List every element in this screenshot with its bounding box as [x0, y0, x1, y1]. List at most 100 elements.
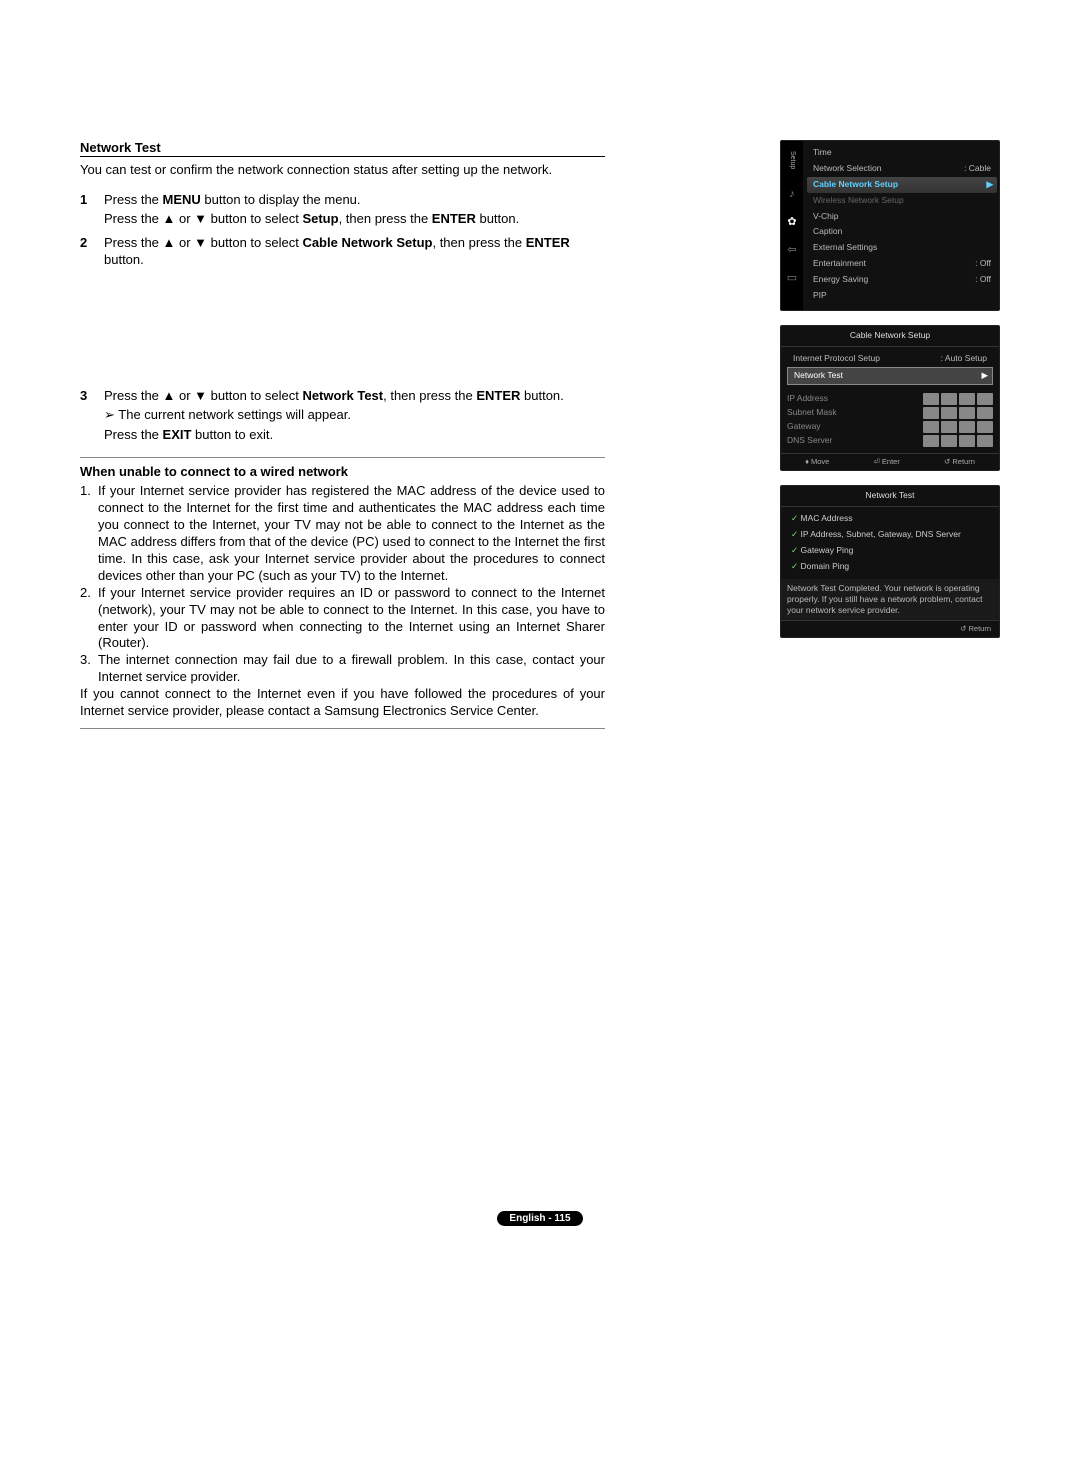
ip-octet: [923, 421, 939, 433]
menu-item[interactable]: Entertainment : Off: [807, 256, 997, 272]
step-body: Press the ▲ or ▼ button to select Networ…: [104, 387, 605, 444]
ip-octet: [923, 435, 939, 447]
protocol-value: : Auto Setup: [941, 353, 987, 365]
troubleshoot-item: 2.If your Internet service provider requ…: [80, 585, 605, 653]
chevron-right-icon: ▶: [981, 370, 988, 382]
return-hint: ↺ Return: [960, 624, 991, 635]
ip-octet: [977, 393, 993, 405]
menu-item[interactable]: Energy Saving: Off: [807, 272, 997, 288]
ip-octet: [923, 407, 939, 419]
chevron-right-icon: ▶: [986, 179, 993, 191]
ip-octet: [959, 407, 975, 419]
step-line: Press the ▲ or ▼ button to select Setup,…: [104, 210, 605, 228]
menu-item-label: External Settings: [813, 242, 877, 254]
ip-field-row: DNS Server: [787, 435, 993, 447]
ip-octet: [941, 421, 957, 433]
list-text: The internet connection may fail due to …: [98, 652, 605, 686]
enter-hint: ⏎ Enter: [874, 457, 900, 468]
menu-item-label: PIP: [813, 290, 827, 302]
test-complete-message: Network Test Completed. Your network is …: [781, 579, 999, 620]
ip-octet: [941, 393, 957, 405]
step-number: 2: [80, 234, 104, 269]
ip-field-row: Subnet Mask: [787, 407, 993, 419]
ip-field-cells: [923, 407, 993, 419]
music-icon: ♪: [785, 187, 799, 201]
instruction-step: 2Press the ▲ or ▼ button to select Cable…: [80, 234, 605, 269]
instruction-step: 3Press the ▲ or ▼ button to select Netwo…: [80, 387, 605, 444]
ip-field-label: DNS Server: [787, 435, 923, 447]
input-icon: ⇦: [785, 243, 799, 257]
menu-item[interactable]: Time: [807, 145, 997, 161]
test-check-item: IP Address, Subnet, Gateway, DNS Server: [787, 527, 993, 543]
ip-field-row: IP Address: [787, 393, 993, 405]
list-number: 1.: [80, 483, 98, 584]
ip-field-cells: [923, 435, 993, 447]
troubleshoot-after: If you cannot connect to the Internet ev…: [80, 686, 605, 720]
menu-item[interactable]: Network Selection: Cable: [807, 161, 997, 177]
step-line: The current network settings will appear…: [104, 406, 605, 424]
ip-octet: [977, 407, 993, 419]
test-check-item: MAC Address: [787, 511, 993, 527]
menu-item-label: Caption: [813, 226, 842, 238]
ip-field-label: IP Address: [787, 393, 923, 405]
protocol-label: Internet Protocol Setup: [793, 353, 880, 365]
troubleshoot-item: 3.The internet connection may fail due t…: [80, 652, 605, 686]
osd-cable-network-setup: Cable Network Setup Internet Protocol Se…: [780, 325, 1000, 471]
instruction-step: 1Press the MENU button to display the me…: [80, 191, 605, 228]
osd-category-label: Setup: [787, 147, 797, 173]
menu-item-value: : Off: [975, 258, 991, 270]
step-line: Press the EXIT button to exit.: [104, 426, 605, 444]
menu-item[interactable]: PIP: [807, 288, 997, 304]
menu-item[interactable]: External Settings: [807, 240, 997, 256]
ip-field-row: Gateway: [787, 421, 993, 433]
menu-item[interactable]: Caption: [807, 224, 997, 240]
osd-network-test: Network Test MAC AddressIP Address, Subn…: [780, 485, 1000, 638]
app-icon: ▭: [785, 271, 799, 285]
ip-octet: [959, 421, 975, 433]
menu-item-label: V-Chip: [813, 211, 839, 223]
step-body: Press the ▲ or ▼ button to select Cable …: [104, 234, 605, 269]
menu-item[interactable]: Wireless Network Setup: [807, 193, 997, 209]
intro-text: You can test or confirm the network conn…: [80, 161, 605, 179]
ip-octet: [959, 435, 975, 447]
ip-octet: [941, 407, 957, 419]
menu-item-label: Time: [813, 147, 832, 159]
osd-setup-menu: Setup ♪ ✿ ⇦ ▭ Time Network Selection: Cab…: [780, 140, 1000, 311]
menu-item[interactable]: V-Chip: [807, 209, 997, 225]
list-text: If your Internet service provider has re…: [98, 483, 605, 584]
section-title: Network Test: [80, 140, 605, 157]
step-number: 1: [80, 191, 104, 228]
test-check-item: Gateway Ping: [787, 543, 993, 559]
ip-octet: [977, 421, 993, 433]
ip-octet: [977, 435, 993, 447]
return-hint: ↺ Return: [944, 457, 975, 468]
step-number: 3: [80, 387, 104, 444]
test-check-item: Domain Ping: [787, 559, 993, 575]
page-number-badge: English - 115: [497, 1211, 582, 1226]
ip-octet: [941, 435, 957, 447]
move-hint: ♦ Move: [805, 457, 829, 468]
step-body: Press the MENU button to display the men…: [104, 191, 605, 228]
ip-field-cells: [923, 393, 993, 405]
step-line: Press the ▲ or ▼ button to select Cable …: [104, 234, 605, 269]
list-number: 3.: [80, 652, 98, 686]
menu-item[interactable]: Cable Network Setup ▶: [807, 177, 997, 193]
ip-field-label: Subnet Mask: [787, 407, 923, 419]
divider: [80, 457, 605, 458]
gear-icon: ✿: [785, 215, 799, 229]
menu-item-label: Wireless Network Setup: [813, 195, 904, 207]
troubleshoot-heading: When unable to connect to a wired networ…: [80, 464, 605, 479]
menu-item-label: Energy Saving: [813, 274, 868, 286]
menu-item-label: Network Selection: [813, 163, 882, 175]
network-test-row[interactable]: Network Test▶: [787, 367, 993, 385]
panel-title: Cable Network Setup: [781, 326, 999, 347]
list-text: If your Internet service provider requir…: [98, 585, 605, 653]
menu-item-label: Cable Network Setup: [813, 179, 898, 191]
list-number: 2.: [80, 585, 98, 653]
menu-item-label: Entertainment: [813, 258, 866, 270]
ip-octet: [923, 393, 939, 405]
ip-field-label: Gateway: [787, 421, 923, 433]
step-line: Press the ▲ or ▼ button to select Networ…: [104, 387, 605, 405]
divider: [80, 728, 605, 729]
ip-octet: [959, 393, 975, 405]
